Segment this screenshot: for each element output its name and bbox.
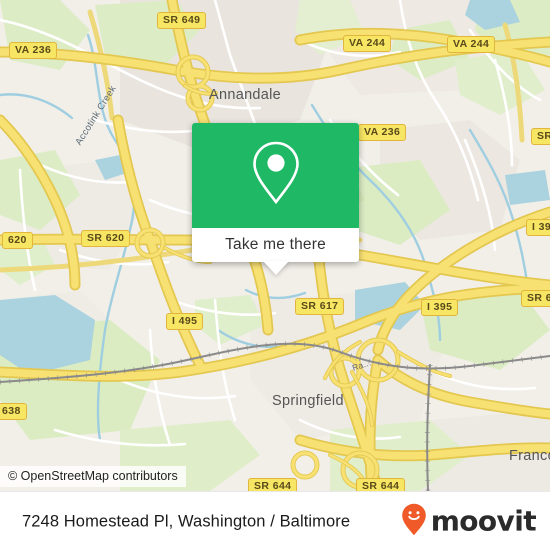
map-canvas[interactable]: SR 649 VA 244 VA 244 VA 236 VA 236 SR 620 SR 62… (0, 0, 550, 491)
road-shield: SR 649 (157, 12, 207, 29)
road-shield: 638 (0, 403, 27, 420)
road-shield: 620 (2, 232, 33, 249)
road-shield: SR (531, 128, 550, 145)
road-shield: I 395 (421, 299, 459, 316)
map-place-label: Annandale (209, 87, 282, 103)
map-place-label: Franco (509, 448, 550, 464)
road-shield: SR 620 (81, 230, 131, 247)
map-pin-icon (248, 138, 304, 213)
moovit-brand[interactable]: moovit (401, 502, 537, 541)
road-shield: I 395 (526, 219, 550, 236)
take-me-there-label: Take me there (225, 236, 326, 253)
map-place-label: Springfield (272, 393, 344, 409)
road-shield: SR 617 (295, 298, 345, 315)
osm-attribution[interactable]: © OpenStreetMap contributors (0, 466, 186, 487)
road-shield: VA 244 (343, 35, 392, 52)
popup-card-action[interactable]: Take me there (192, 228, 359, 262)
popup-card-header (192, 123, 359, 228)
road-shield: SR 644 (248, 478, 298, 491)
destination-popup-card[interactable]: Take me there (192, 123, 359, 275)
address-footer-bar: 7248 Homestead Pl, Washington / Baltimor… (0, 491, 550, 550)
road-shield: VA 244 (447, 36, 496, 53)
moovit-wordmark: moovit (430, 504, 537, 538)
road-shield: VA 236 (358, 124, 407, 141)
road-shield: I 495 (166, 313, 204, 330)
road-shield: VA 236 (9, 42, 58, 59)
moovit-smiley-pin-icon (401, 502, 427, 541)
address-title: 7248 Homestead Pl, Washington / Baltimor… (22, 512, 351, 530)
moovit-map-screen: SR 649 VA 244 VA 244 VA 236 VA 236 SR 620 SR 62… (0, 0, 550, 550)
popup-card-tail (262, 261, 289, 275)
road-shield: SR 644 (356, 478, 406, 491)
road-shield: SR 6 (521, 290, 550, 307)
